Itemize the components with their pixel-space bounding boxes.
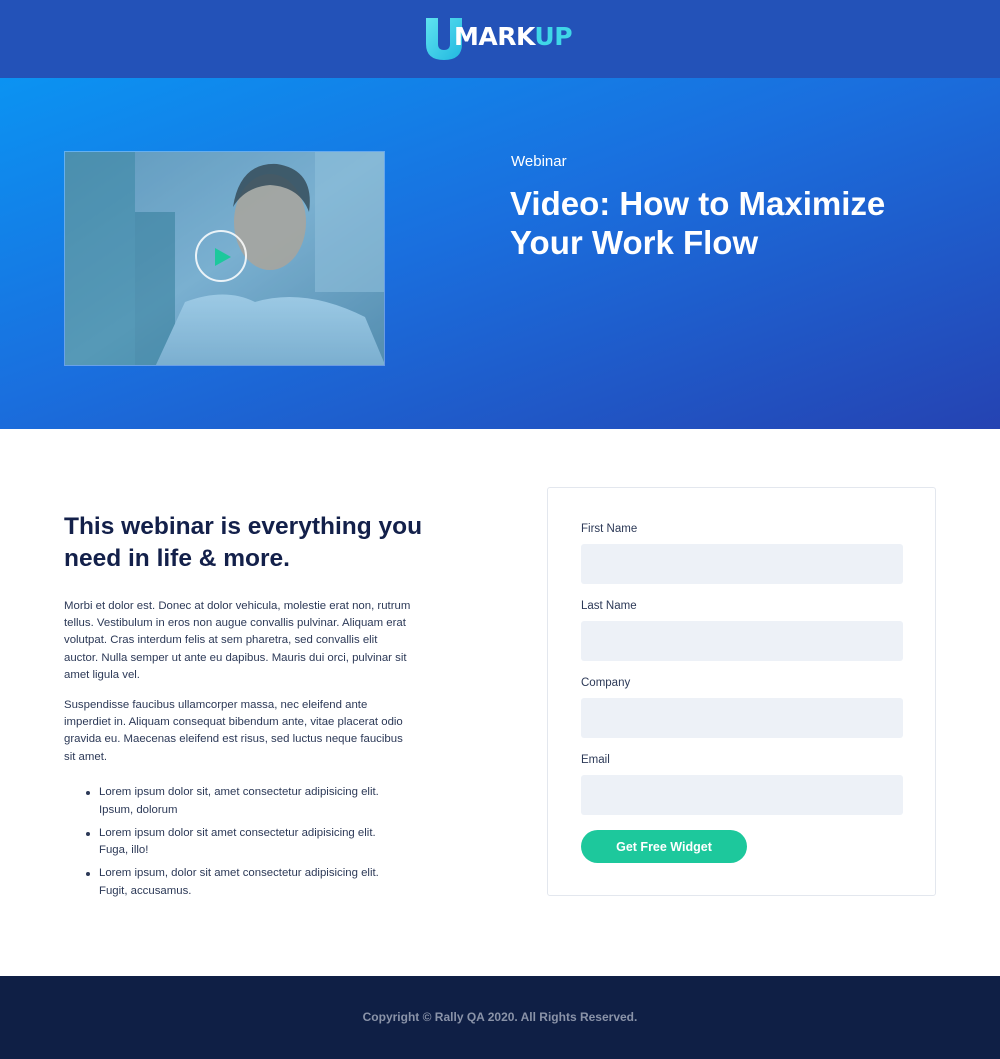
hero-title: Video: How to Maximize Your Work Flow — [510, 185, 886, 261]
webinar-video-thumbnail[interactable] — [64, 151, 385, 366]
site-footer: Copyright © Rally QA 2020. All Rights Re… — [0, 976, 1000, 1059]
list-item: Lorem ipsum dolor sit, amet consectetur … — [84, 784, 404, 819]
signup-form: First Name Last Name Company Email Get F… — [547, 487, 936, 896]
last-name-label: Last Name — [581, 600, 637, 612]
hero-eyebrow: Webinar — [511, 153, 567, 170]
logo-text-main: MARK — [454, 22, 535, 51]
get-free-widget-button[interactable]: Get Free Widget — [581, 830, 747, 863]
content-paragraph: Morbi et dolor est. Donec at dolor vehic… — [64, 600, 411, 681]
email-field[interactable] — [581, 775, 903, 815]
list-item: Lorem ipsum, dolor sit amet consectetur … — [84, 865, 404, 900]
play-icon — [215, 248, 231, 266]
content-paragraph: Suspendisse faucibus ullamcorper massa, … — [64, 699, 403, 763]
benefits-list: Lorem ipsum dolor sit, amet consectetur … — [84, 784, 404, 906]
list-item: Lorem ipsum dolor sit amet consectetur a… — [84, 825, 404, 860]
company-label: Company — [581, 677, 631, 689]
content-heading: This webinar is everything you need in l… — [64, 513, 423, 572]
first-name-label: First Name — [581, 523, 638, 535]
logo-wordmark: MARKUP — [454, 22, 573, 51]
copyright-text: Copyright © Rally QA 2020. All Rights Re… — [362, 1010, 638, 1024]
logo-text-accent: UP — [534, 22, 573, 51]
last-name-field[interactable] — [581, 621, 903, 661]
first-name-field[interactable] — [581, 544, 903, 584]
company-field[interactable] — [581, 698, 903, 738]
site-header: MARKUP — [0, 0, 1000, 78]
hero-section: Webinar Video: How to Maximize Your Work… — [0, 78, 1000, 429]
play-button[interactable] — [195, 230, 247, 282]
markup-logo[interactable]: MARKUP — [424, 14, 584, 62]
email-label: Email — [581, 754, 610, 766]
